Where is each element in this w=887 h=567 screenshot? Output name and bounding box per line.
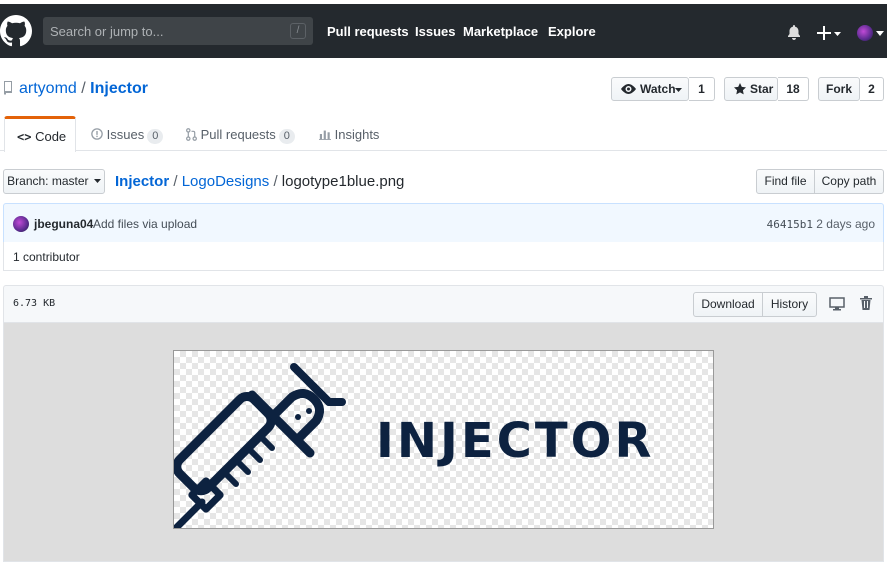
copy-path-button[interactable]: Copy path bbox=[814, 169, 884, 194]
search-box[interactable]: / bbox=[43, 17, 313, 45]
graph-icon bbox=[319, 130, 331, 140]
code-icon: <> bbox=[17, 130, 32, 144]
star-icon bbox=[734, 83, 746, 95]
tab-insights-label: Insights bbox=[334, 127, 380, 142]
breadcrumb: Injector / LogoDesigns / logotype1blue.p… bbox=[115, 173, 404, 190]
issue-icon bbox=[91, 128, 103, 140]
download-button[interactable]: Download bbox=[693, 292, 763, 317]
file-size: 6.73 KB bbox=[13, 298, 56, 309]
nav-explore[interactable]: Explore bbox=[548, 24, 596, 39]
tab-issues-count: 0 bbox=[147, 129, 164, 144]
file-header: 6.73 KB Download History bbox=[3, 285, 884, 323]
tab-insights[interactable]: Insights bbox=[319, 127, 379, 142]
commit-author-link[interactable]: jbeguna04 bbox=[34, 217, 93, 231]
search-shortcut-badge: / bbox=[290, 23, 306, 39]
tab-pull-requests-count: 0 bbox=[278, 129, 295, 144]
fork-label: Fork bbox=[825, 82, 852, 96]
commit-time: 2 days ago bbox=[816, 217, 875, 231]
avatar-chevron-down-icon[interactable] bbox=[876, 31, 884, 36]
repo-title-separator: / bbox=[81, 80, 86, 97]
plus-dropdown-icon[interactable] bbox=[817, 26, 843, 40]
user-avatar-icon[interactable] bbox=[857, 25, 873, 41]
tab-code-label: Code bbox=[35, 129, 67, 144]
bell-icon[interactable] bbox=[787, 25, 801, 40]
branch-select-button[interactable]: Branch: master bbox=[3, 169, 105, 194]
breadcrumb-repo-link[interactable]: Injector bbox=[115, 173, 169, 190]
eye-icon bbox=[621, 84, 636, 94]
syringe-logo-icon bbox=[174, 363, 346, 528]
search-input[interactable] bbox=[43, 17, 313, 45]
watch-button[interactable]: Watch bbox=[611, 77, 689, 101]
watch-count[interactable]: 1 bbox=[689, 77, 715, 101]
contributors-box: 1 contributor bbox=[3, 242, 884, 271]
pull-request-icon bbox=[186, 128, 197, 141]
global-header: / Pull requests Issues Marketplace Explo… bbox=[0, 4, 887, 58]
star-button[interactable]: Star bbox=[724, 77, 778, 101]
watch-chevron-down-icon bbox=[675, 88, 682, 92]
nav-marketplace[interactable]: Marketplace bbox=[463, 24, 538, 39]
repo-owner-link[interactable]: artyomd bbox=[19, 80, 77, 97]
star-label: Star bbox=[750, 82, 774, 96]
contributors-link[interactable]: 1 contributor bbox=[13, 250, 80, 264]
breadcrumb-separator: / bbox=[273, 173, 278, 190]
trash-icon[interactable] bbox=[860, 296, 872, 310]
commit-author-avatar[interactable] bbox=[13, 216, 29, 232]
nav-issues[interactable]: Issues bbox=[415, 24, 455, 39]
branch-label: Branch: master bbox=[7, 174, 89, 188]
fork-count[interactable]: 2 bbox=[860, 77, 884, 101]
image-preview: INJECTOR bbox=[173, 350, 714, 529]
github-logo-icon[interactable] bbox=[0, 15, 32, 47]
breadcrumb-folder-link[interactable]: LogoDesigns bbox=[182, 173, 270, 190]
history-button[interactable]: History bbox=[762, 292, 817, 317]
branch-chevron-down-icon bbox=[93, 179, 101, 183]
repo-title: artyomd / Injector bbox=[19, 80, 148, 98]
tabs-divider bbox=[0, 150, 887, 151]
commit-sha-link[interactable]: 46415b1 bbox=[767, 218, 813, 231]
fork-button[interactable]: Fork bbox=[818, 77, 860, 101]
tab-issues-label: Issues bbox=[106, 127, 145, 142]
breadcrumb-separator: / bbox=[173, 173, 178, 190]
tab-issues[interactable]: Issues 0 bbox=[91, 127, 164, 144]
repo-icon bbox=[4, 81, 12, 95]
tab-pull-requests-label: Pull requests bbox=[200, 127, 276, 142]
star-count[interactable]: 18 bbox=[778, 77, 809, 101]
tab-code[interactable]: <> Code bbox=[4, 116, 76, 152]
desktop-icon[interactable] bbox=[829, 297, 845, 311]
tab-pull-requests[interactable]: Pull requests 0 bbox=[186, 127, 295, 144]
commit-message-link[interactable]: Add files via upload bbox=[93, 217, 197, 231]
repo-name-link[interactable]: Injector bbox=[90, 80, 148, 97]
latest-commit-box: jbeguna04 Add files via upload 46415b1 2… bbox=[3, 203, 884, 243]
watch-label: Watch bbox=[640, 82, 676, 96]
nav-pull-requests[interactable]: Pull requests bbox=[327, 24, 409, 39]
find-file-button[interactable]: Find file bbox=[756, 169, 815, 194]
breadcrumb-file-name: logotype1blue.png bbox=[281, 173, 405, 190]
logo-wordmark: INJECTOR bbox=[376, 413, 655, 469]
